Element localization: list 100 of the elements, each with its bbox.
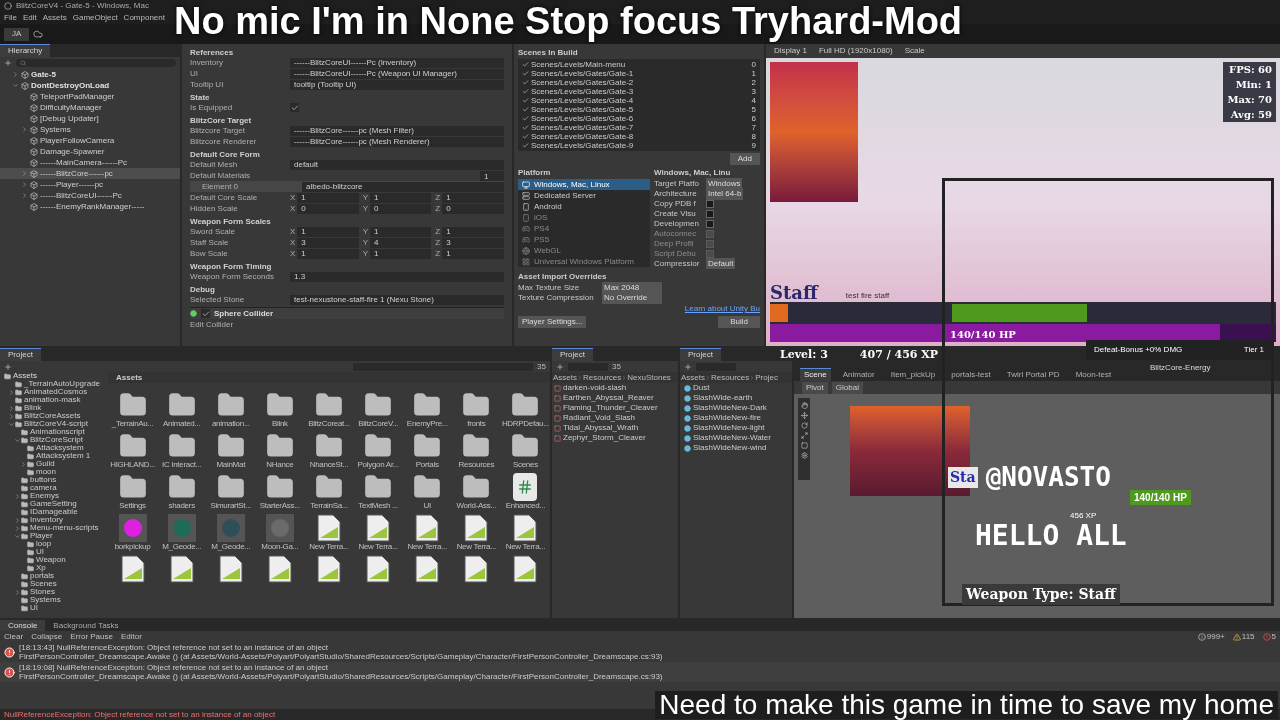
scene-checkbox[interactable]	[522, 142, 529, 149]
expand-icon[interactable]	[8, 412, 15, 420]
asset-label[interactable]: New Terra...	[358, 543, 398, 551]
scene-path[interactable]: Scenes/Levels/Gates/Gate-3	[531, 87, 750, 96]
scene-path[interactable]: Scenes/Levels/Gates/Gate-9	[531, 141, 750, 150]
hierarchy-item[interactable]: ------Player------pc	[0, 179, 180, 190]
asset-item[interactable]: SlashWideNew-Dark	[693, 402, 767, 414]
add-icon[interactable]	[4, 59, 12, 67]
project-tab[interactable]: Project	[680, 348, 721, 361]
scene-path[interactable]: Scenes/Levels/Gates/Gate-8	[531, 132, 750, 141]
hierarchy-item[interactable]: DontDestroyOnLoad	[0, 80, 180, 91]
asset-label[interactable]: NHance	[266, 461, 294, 469]
expand-icon[interactable]	[21, 181, 28, 188]
value-field[interactable]: tooltip (Tooltip UI)	[290, 79, 504, 90]
project-tree-item[interactable]: GameSetting	[0, 500, 108, 508]
hierarchy-item[interactable]: TeleportPadManager	[0, 91, 180, 102]
asset-label[interactable]: _TerrainAu...	[111, 420, 154, 428]
expand-icon[interactable]	[8, 420, 15, 428]
asset-item[interactable]: SlashWideNew-fire	[693, 412, 762, 424]
component-header[interactable]: Sphere Collider	[190, 307, 504, 319]
project-tree-item[interactable]: UI	[0, 548, 108, 556]
add-open-scenes-button[interactable]: Add	[729, 153, 760, 165]
hierarchy-item[interactable]: Gate-5	[0, 69, 180, 80]
setting-checkbox[interactable]	[706, 210, 714, 218]
expand-icon[interactable]	[14, 588, 21, 596]
project-tree-item[interactable]: buttons	[0, 476, 108, 484]
asset-label[interactable]: animation...	[211, 420, 250, 428]
project-tree-item[interactable]: Menu-menu-scripts	[0, 524, 108, 532]
array-size-field[interactable]: 1	[480, 170, 504, 181]
learn-link[interactable]: Learn about Unity Bu	[684, 303, 760, 315]
asset-label[interactable]: Enhanced...	[505, 502, 546, 510]
asset-label[interactable]: Moon-Ga...	[261, 543, 299, 551]
setting-checkbox[interactable]	[706, 220, 714, 228]
asset-label[interactable]: BlitzCoreV...	[358, 420, 398, 428]
asset-item[interactable]: Tidal_Abyssal_Wrath	[563, 422, 639, 434]
project-tree-item[interactable]: portals	[0, 572, 108, 580]
add-icon[interactable]	[4, 362, 12, 371]
project-tab[interactable]: Project	[552, 348, 593, 361]
value-field[interactable]: 1.3	[290, 271, 504, 282]
project-tree-item[interactable]: BlitzCoreScript	[0, 436, 108, 444]
asset-label[interactable]: SimurartSt...	[210, 502, 252, 510]
asset-label[interactable]: New Terra...	[407, 543, 447, 551]
project-tree-item[interactable]: AnimatedCosmos	[0, 388, 108, 396]
add-icon[interactable]	[684, 362, 692, 371]
project-tree-item[interactable]: UI	[0, 604, 108, 612]
asset-label[interactable]: Animated...	[163, 420, 201, 428]
setting-dropdown[interactable]: No Override	[602, 292, 662, 304]
project-tree-item[interactable]: Weapon	[0, 556, 108, 564]
tool-icon[interactable]	[800, 402, 808, 409]
asset-label[interactable]: New Terra...	[309, 543, 349, 551]
hierarchy-item[interactable]: Systems	[0, 124, 180, 135]
value-field[interactable]: 1	[442, 226, 504, 237]
asset-label[interactable]: Blink	[271, 420, 288, 428]
project-tree-item[interactable]: loop	[0, 540, 108, 548]
player-settings-button[interactable]: Player Settings...	[518, 315, 587, 328]
project-tree-item[interactable]: Stones	[0, 588, 108, 596]
value-field[interactable]: 0	[370, 203, 432, 214]
project-tree-item[interactable]: IDamageable	[0, 508, 108, 516]
asset-item[interactable]: Zephyr_Storm_Cleaver	[563, 432, 646, 444]
menu-item[interactable]: Edit	[22, 12, 37, 24]
asset-label[interactable]: EnemyPre...	[406, 420, 448, 428]
project-tree-item[interactable]: Attacksystem	[0, 444, 108, 452]
value-field[interactable]: ------BlitzCoreUI------Pc (Weapon UI Manager)	[290, 68, 504, 79]
platform-item[interactable]: Windows, Mac, Linux	[518, 179, 650, 190]
asset-label[interactable]: M_Geode...	[162, 543, 202, 551]
tool-icon[interactable]	[800, 432, 808, 439]
asset-label[interactable]: Resources	[458, 461, 495, 469]
project-tree-item[interactable]: Player	[0, 532, 108, 540]
scene-checkbox[interactable]	[522, 61, 529, 68]
breadcrumb-item[interactable]: Resources	[711, 371, 750, 384]
expand-icon[interactable]	[14, 532, 21, 540]
tool-icon[interactable]	[800, 452, 808, 459]
resolution-dropdown[interactable]: Full HD (1920x1080)	[818, 45, 893, 57]
tool-icon[interactable]	[800, 412, 808, 419]
project-tree-item[interactable]: BlitzCoreAssets	[0, 412, 108, 420]
scene-checkbox[interactable]	[522, 70, 529, 77]
hierarchy-item[interactable]: [Debug Updater]	[0, 113, 180, 124]
hierarchy-item[interactable]: DifficultyManager	[0, 102, 180, 113]
breadcrumb-item[interactable]: Assets	[681, 371, 705, 384]
console-control[interactable]: Clear	[4, 630, 24, 643]
asset-label[interactable]: HIGHLAND...	[110, 461, 155, 469]
account-button[interactable]: JA	[4, 27, 30, 41]
project-tree-item[interactable]: Assets	[0, 372, 108, 380]
asset-label[interactable]: MainMat	[216, 461, 246, 469]
expand-icon[interactable]	[21, 126, 28, 133]
scene-tab[interactable]: Scene	[800, 368, 831, 381]
asset-label[interactable]: M_Geode...	[211, 543, 251, 551]
value-field[interactable]: ------BlitzCore------pc (Mesh Renderer)	[290, 136, 504, 147]
info-count-icon[interactable]	[1197, 632, 1206, 641]
breadcrumb-item[interactable]: Resources	[583, 371, 622, 384]
asset-label[interactable]: TextMesh ...	[358, 502, 398, 510]
asset-label[interactable]: Polygon Ar...	[357, 461, 399, 469]
value-field[interactable]: 4	[370, 237, 432, 248]
console-message[interactable]: [18:13:43] NullReferenceException: Object reference not set to an instance of an object	[19, 643, 663, 652]
asset-item[interactable]: SlashWideNew-Water	[693, 432, 771, 444]
asset-item[interactable]: SlashWide-earth	[693, 392, 753, 404]
value-field[interactable]: 3	[297, 237, 359, 248]
warning-count-icon[interactable]	[1232, 632, 1241, 641]
scene-checkbox[interactable]	[522, 88, 529, 95]
scene-path[interactable]: Scenes/Levels/Gates/Gate-4	[531, 96, 750, 105]
